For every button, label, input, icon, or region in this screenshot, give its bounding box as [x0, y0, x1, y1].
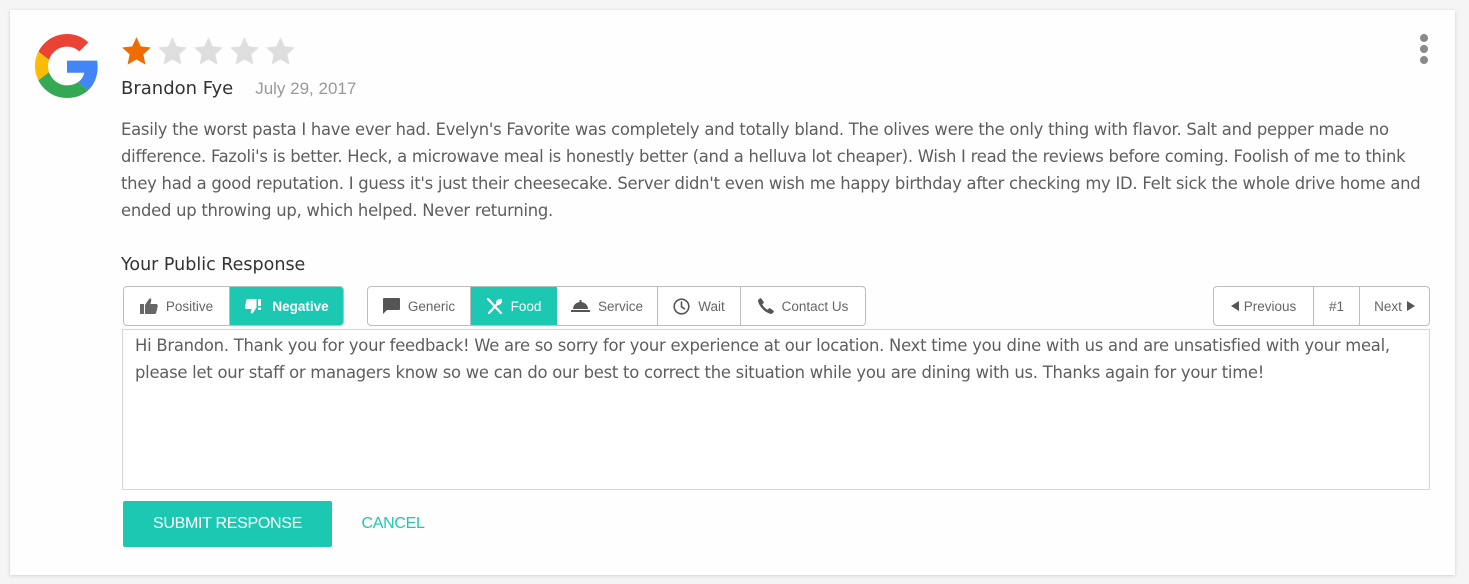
wait-button[interactable]: Wait	[658, 287, 741, 325]
star-empty-icon	[158, 37, 187, 65]
positive-label: Positive	[165, 298, 214, 314]
food-button[interactable]: Food	[471, 287, 557, 325]
template-pagination: Previous #1 Next	[1213, 286, 1430, 326]
template-number-label: #1	[1328, 298, 1345, 314]
sentiment-toggle-group: Positive Negative	[123, 286, 344, 326]
wait-label: Wait	[698, 298, 725, 314]
generic-button[interactable]: Generic	[368, 287, 471, 325]
submit-response-button[interactable]: SUBMIT RESPONSE	[123, 501, 332, 547]
next-label: Next	[1374, 298, 1402, 314]
review-card: Brandon Fye July 29, 2017 Easily the wor…	[10, 10, 1455, 575]
review-text: Easily the worst pasta I have ever had. …	[121, 120, 1421, 220]
contact-us-label: Contact Us	[781, 298, 849, 314]
response-section-title: Your Public Response	[121, 255, 306, 275]
positive-button[interactable]: Positive	[124, 287, 230, 325]
utensils-icon	[486, 297, 502, 314]
cancel-button[interactable]: CANCEL	[348, 501, 438, 547]
more-options-icon[interactable]	[1416, 34, 1432, 66]
phone-icon	[757, 298, 774, 314]
star-empty-icon	[266, 37, 295, 65]
clock-icon	[673, 297, 690, 315]
previous-label: Previous	[1243, 298, 1297, 314]
contact-us-button[interactable]: Contact Us	[741, 287, 865, 325]
template-number: #1	[1314, 287, 1360, 325]
google-logo-icon	[35, 34, 98, 98]
food-label: Food	[510, 298, 542, 314]
next-template-button[interactable]: Next	[1360, 287, 1429, 325]
negative-label: Negative	[272, 298, 329, 314]
star-empty-icon	[194, 37, 223, 65]
cloche-icon	[570, 300, 590, 312]
thumbs-down-icon	[245, 299, 262, 314]
category-toggle-group: Generic Food Service Wait Contact Us	[367, 286, 866, 326]
negative-button[interactable]: Negative	[230, 287, 343, 325]
generic-label: Generic	[407, 298, 456, 314]
comment-icon	[382, 298, 400, 314]
previous-template-button[interactable]: Previous	[1214, 287, 1314, 325]
service-label: Service	[597, 298, 643, 314]
star-filled-icon	[122, 37, 151, 65]
caret-left-icon	[1230, 301, 1239, 311]
thumbs-up-icon	[139, 298, 158, 314]
star-rating	[120, 35, 297, 68]
service-button[interactable]: Service	[557, 287, 658, 325]
star-empty-icon	[230, 37, 259, 65]
reviewer-name: Brandon Fye	[121, 78, 234, 99]
response-textarea[interactable]: Hi Brandon. Thank you for your feedback!…	[122, 329, 1430, 490]
review-date: July 29, 2017	[255, 79, 357, 98]
caret-right-icon	[1406, 301, 1415, 311]
